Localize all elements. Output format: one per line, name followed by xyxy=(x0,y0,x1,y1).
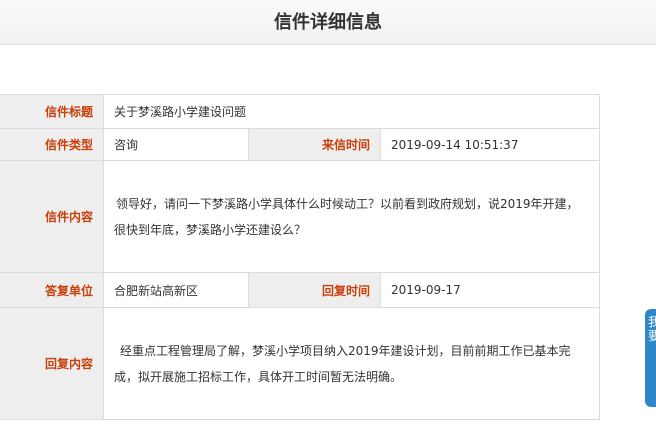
reply-unit-label: 答复单位 xyxy=(0,272,104,308)
received-time-label: 来信时间 xyxy=(248,128,381,161)
side-float-label: 我要 xyxy=(648,315,656,343)
reply-time-value: 2019-09-17 xyxy=(379,272,601,308)
side-float-button[interactable]: 我要 xyxy=(645,309,656,407)
subject-label: 信件标题 xyxy=(0,94,104,129)
reply-time-label: 回复时间 xyxy=(248,272,381,308)
subject-value: 关于梦溪路小学建设问题 xyxy=(102,94,601,129)
letter-detail-table: 信件标题 关于梦溪路小学建设问题 信件类型 咨询 来信时间 2019-09-14… xyxy=(0,94,601,420)
reply-content-label: 回复内容 xyxy=(0,307,104,420)
reply-content-row: 回复内容 经重点工程管理局了解，梦溪小学项目纳入2019年建设计划，目前前期工作… xyxy=(0,307,601,420)
reply-content-value: 经重点工程管理局了解，梦溪小学项目纳入2019年建设计划，目前前期工作已基本完成… xyxy=(102,307,601,420)
type-row: 信件类型 咨询 来信时间 2019-09-14 10:51:37 xyxy=(0,128,601,161)
page-title: 信件详细信息 xyxy=(274,12,382,33)
reply-unit-value: 合肥新站高新区 xyxy=(103,272,249,308)
page-header: 信件详细信息 xyxy=(0,0,656,45)
type-label: 信件类型 xyxy=(0,128,104,161)
reply-unit-row: 答复单位 合肥新站高新区 回复时间 2019-09-17 xyxy=(0,272,601,308)
subject-row: 信件标题 关于梦溪路小学建设问题 xyxy=(0,94,601,129)
content-label: 信件内容 xyxy=(0,160,104,273)
type-value: 咨询 xyxy=(103,128,249,161)
content-row: 信件内容 领导好，请问一下梦溪路小学具体什么时候动工？以前看到政府规划，说201… xyxy=(0,160,601,273)
content-value: 领导好，请问一下梦溪路小学具体什么时候动工？以前看到政府规划，说2019年开建，… xyxy=(102,160,601,273)
received-time-value: 2019-09-14 10:51:37 xyxy=(379,128,601,161)
